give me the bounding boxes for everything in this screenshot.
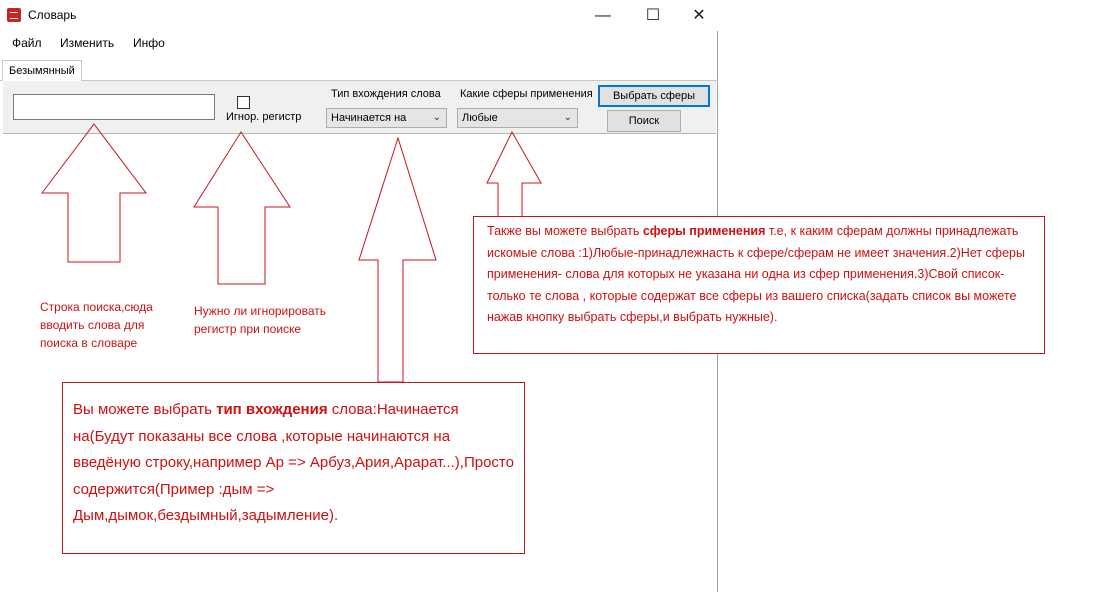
spheres-annotation-text-1: Также вы можете выбрать <box>487 224 643 238</box>
arrow-search-input <box>40 123 148 263</box>
spheres-annotation-text-2: т.е, к каким сферам должны принадлежать … <box>487 224 1025 324</box>
ignore-case-annotation: Нужно ли игнорировать регистр при поиске <box>194 304 327 336</box>
entry-annotation-bold: тип вхождения <box>216 401 328 418</box>
entry-annotation-text-2: слова:Начинается на(Будут показаны все с… <box>73 401 514 524</box>
entry-annotation-text-1: Вы можете выбрать <box>73 401 217 418</box>
spheres-annotation-bold: сферы применения <box>642 224 766 238</box>
search-annotation: Строка поиска,сюда вводить слова для пои… <box>40 300 153 350</box>
arrow-spheres <box>486 130 542 223</box>
arrow-ignore-case <box>193 131 291 285</box>
spheres-annotation-box: Также вы можете выбрать сферы применения… <box>473 216 1045 354</box>
entry-type-annotation-box: Вы можете выбрать тип вхождения слова:На… <box>62 382 525 554</box>
arrow-entry-type <box>358 136 437 383</box>
